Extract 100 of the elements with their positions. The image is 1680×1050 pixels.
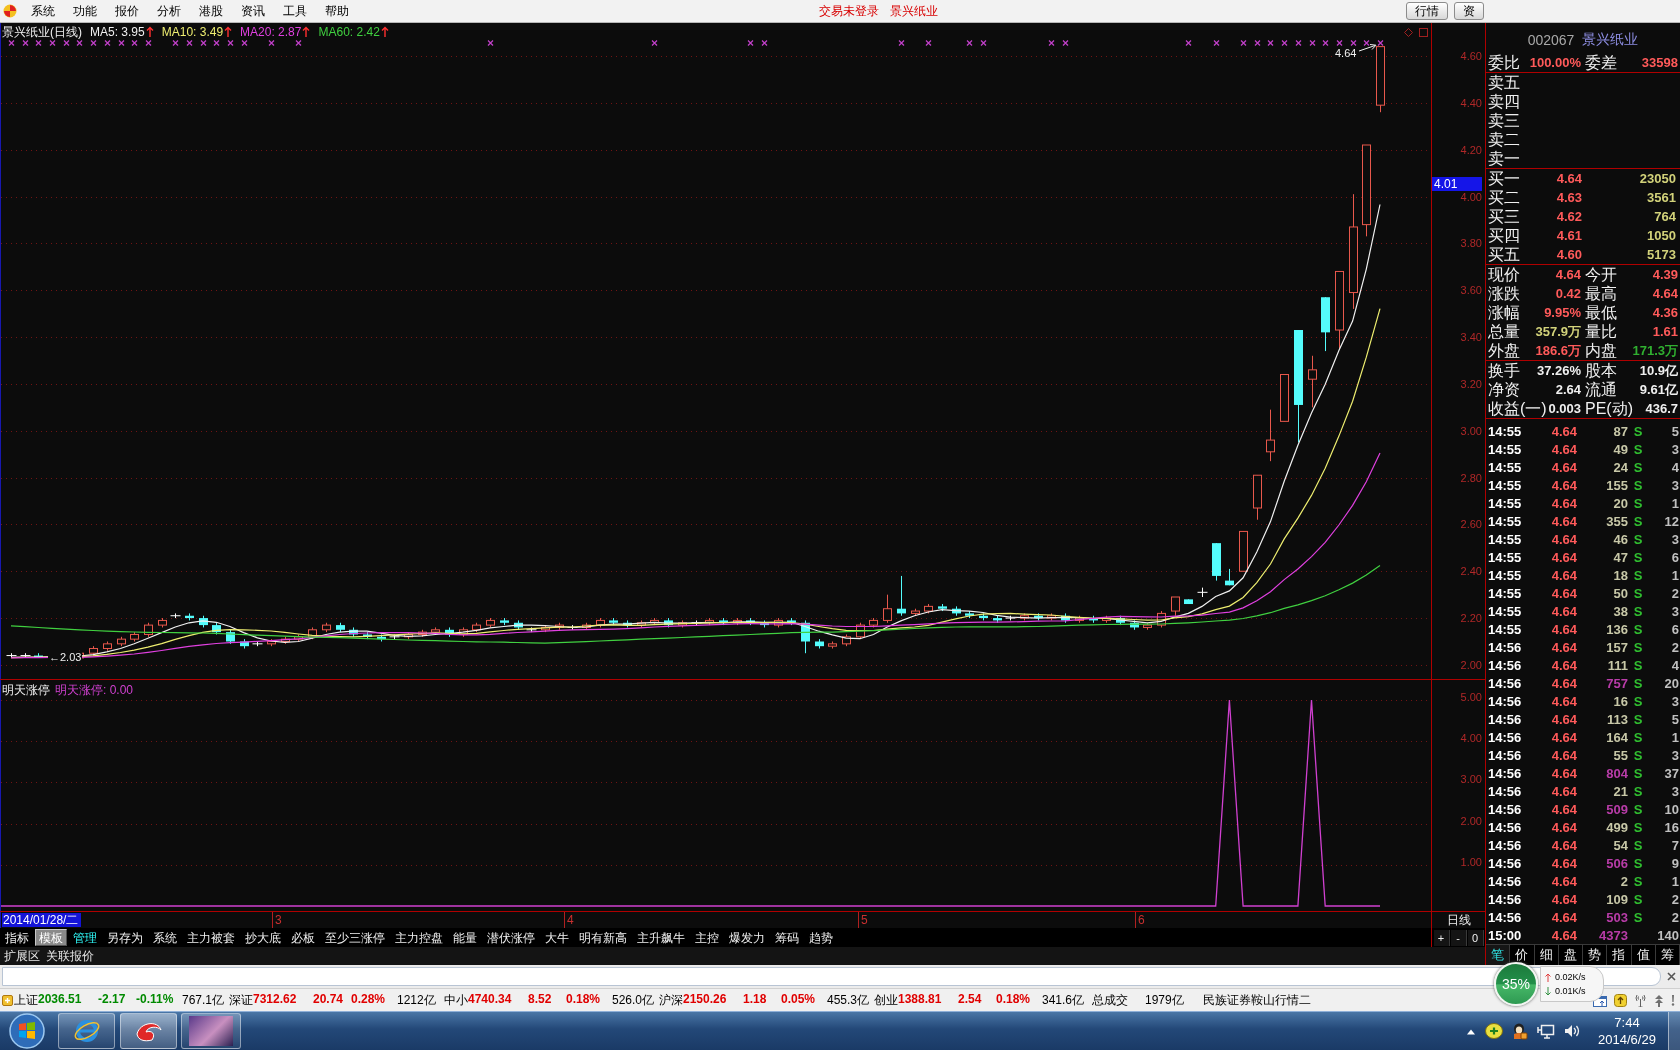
zoom-button[interactable]: 0 [1467, 929, 1484, 946]
toolbar-tab[interactable]: 明有新高 [575, 929, 631, 946]
menu-item[interactable]: 报价 [106, 2, 148, 20]
index-amount: 455.3亿 [827, 991, 871, 1009]
x-mark-icon [227, 39, 234, 47]
tick-volume: 38 [1612, 603, 1628, 619]
tick-volume: 18 [1612, 567, 1628, 583]
tick-side: S [1632, 495, 1644, 511]
tick-side: S [1632, 585, 1644, 601]
tick-side: S [1632, 549, 1644, 565]
tick-side: S [1632, 747, 1644, 763]
period-label: 日线 [1446, 913, 1471, 927]
tick-price: 4.64 [1550, 567, 1577, 583]
menu-item[interactable]: 工具 [274, 2, 316, 20]
taskbar-button[interactable] [120, 1013, 177, 1049]
tick-side: S [1632, 855, 1644, 871]
tick-price: 4.64 [1550, 459, 1577, 475]
x-mark-icon [898, 39, 905, 47]
field-value: 357.9万 [1535, 323, 1581, 341]
panel-tab[interactable]: 笔 [1486, 945, 1511, 965]
ma-value: MA10: 3.49 [161, 25, 224, 39]
toolbar-tab[interactable]: 主升飙牛 [633, 929, 689, 946]
bid-price: 4.61 [1555, 227, 1582, 245]
x-mark-icon [487, 39, 494, 47]
toolbar-tab[interactable]: 主力控盘 [391, 929, 447, 946]
menu-item[interactable]: 资讯 [232, 2, 274, 20]
toolbar-tab[interactable]: 趋势 [805, 929, 837, 946]
show-desktop-button[interactable] [1668, 1012, 1680, 1050]
x-mark-icon [241, 39, 248, 47]
zoom-button[interactable]: + [1433, 929, 1450, 946]
axis-label: 3.60 [1460, 284, 1482, 297]
field-label: 内盘 [1585, 341, 1617, 360]
extension-tab[interactable]: 扩展区 [4, 948, 40, 964]
bid-volume: 3561 [1646, 189, 1677, 207]
tick-side: S [1632, 801, 1644, 817]
extension-tab[interactable]: 关联报价 [46, 948, 94, 964]
toolbar-tab[interactable]: 必板 [287, 929, 319, 946]
speaker-icon[interactable] [1564, 1023, 1582, 1039]
toolbar-tab[interactable]: 管理 [69, 929, 101, 946]
menu-item[interactable]: 系统 [22, 2, 64, 20]
taskbar-button[interactable] [58, 1013, 115, 1049]
tick-count: 5 [1670, 711, 1679, 727]
toolbar-tab[interactable]: 主力被套 [183, 929, 239, 946]
tick-volume: 503 [1605, 909, 1628, 925]
tick-count: 3 [1670, 603, 1679, 619]
index-name: 沪深 [659, 991, 683, 1009]
toolbar-tab[interactable]: 抄大底 [241, 929, 285, 946]
toolbar-button[interactable]: 资 [1454, 2, 1484, 20]
user-icon[interactable] [1512, 1022, 1528, 1040]
field-label: 委比 [1488, 52, 1520, 72]
tick-side: S [1632, 873, 1644, 889]
browser-icon [72, 1017, 101, 1045]
toolbar-tab[interactable]: 能量 [449, 929, 481, 946]
toolbar-tab[interactable]: 爆发力 [725, 929, 769, 946]
menu-item[interactable]: 港股 [190, 2, 232, 20]
toolbar-button[interactable]: 行情 [1406, 2, 1448, 20]
close-icon[interactable] [1667, 972, 1676, 981]
toolbar-tab[interactable]: 大牛 [541, 929, 573, 946]
zoom-button[interactable]: - [1450, 929, 1467, 946]
ask-label: 卖三 [1487, 111, 1521, 130]
toolbar-tab[interactable]: 潜伏涨停 [483, 929, 539, 946]
tick-count: 6 [1670, 621, 1679, 637]
toolbar-tab[interactable]: 筹码 [771, 929, 803, 946]
index-value: 7312.62 [253, 991, 297, 1008]
tick-count: 3 [1670, 747, 1679, 763]
network-icon[interactable] [1537, 1023, 1555, 1039]
x-mark-icon [1240, 39, 1247, 47]
menu-item[interactable]: 帮助 [316, 2, 358, 20]
x-mark-icon [1336, 39, 1343, 47]
toolbar-tab[interactable]: 主控 [691, 929, 723, 946]
menu-item[interactable]: 功能 [64, 2, 106, 20]
taskbar-button[interactable] [181, 1013, 241, 1049]
tick-price: 4.64 [1550, 549, 1577, 565]
toolbar-tab[interactable]: 至少三涨停 [321, 929, 389, 946]
download-rate: 0.01K/s [1555, 986, 1586, 996]
field-label: 委差 [1585, 52, 1617, 72]
tick-time: 14:56 [1488, 657, 1523, 673]
toolbar-tab[interactable]: 指标 [1, 929, 33, 946]
x-mark-icon [1322, 39, 1329, 47]
tick-volume: 55 [1612, 747, 1628, 763]
tick-volume: 355 [1605, 513, 1628, 529]
field-label: 净资 [1488, 380, 1520, 399]
tick-side: S [1632, 693, 1644, 709]
index-name: 中小 [444, 991, 468, 1009]
plus-icon[interactable] [1485, 1023, 1503, 1039]
bid-volume: 5173 [1646, 246, 1677, 264]
bid-price: 4.64 [1555, 170, 1582, 188]
x-mark-icon [49, 39, 56, 47]
tick-volume: 136 [1605, 621, 1628, 637]
field-value: 100.00% [1529, 53, 1581, 72]
toolbar-tab[interactable]: 另存为 [103, 929, 147, 946]
tick-side: S [1632, 891, 1644, 907]
bid-price: 4.62 [1555, 208, 1582, 226]
menu-item[interactable]: 分析 [148, 2, 190, 20]
up-arrow-icon[interactable] [1466, 1027, 1476, 1035]
tick-count: 1 [1670, 873, 1679, 889]
tick-volume: 46 [1612, 531, 1628, 547]
toolbar-tab[interactable]: 系统 [149, 929, 181, 946]
cursor-price-label: 4.01 [1432, 177, 1482, 191]
tick-volume: 157 [1605, 639, 1628, 655]
